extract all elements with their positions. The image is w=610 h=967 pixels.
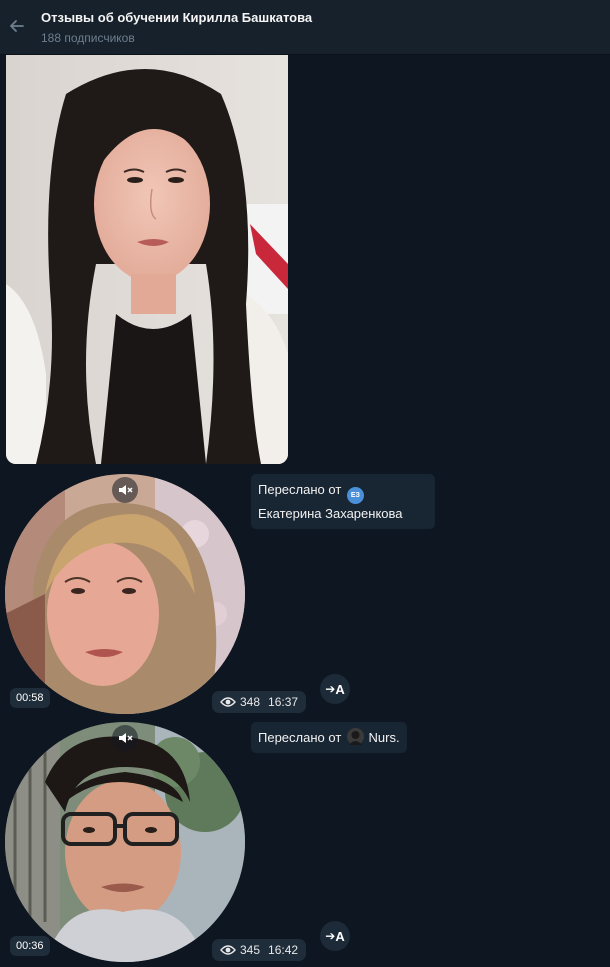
translate-button[interactable]: ➔ A [320,674,350,704]
back-button[interactable] [4,13,30,39]
message-meta: 345 16:42 [212,939,307,961]
forwarded-label[interactable]: Переслано от Nurs. [251,722,407,753]
speaker-muted-icon [119,485,133,495]
mute-button[interactable] [112,477,138,503]
arrow-right-icon: ➔ [325,682,336,696]
view-count: 348 [240,695,261,709]
translate-button[interactable]: ➔ A [320,921,350,951]
eye-icon [220,945,236,955]
translate-label: A [335,928,345,944]
avatar [346,728,364,745]
forwarded-prefix: Переслано от [258,730,342,745]
message-time: 16:42 [268,943,299,957]
avatar: ЕЗ [346,487,364,504]
eye-icon [220,697,236,707]
speaker-muted-icon [119,733,133,743]
video-message-circle[interactable] [5,722,245,962]
channel-title[interactable]: Отзывы об обучении Кирилла Башкатова [41,10,312,25]
message-meta: 348 16:37 [212,691,307,713]
forwarded-label[interactable]: Переслано от ЕЗ Екатерина Захаренкова [251,474,435,529]
view-count: 345 [240,943,261,957]
forwarded-author[interactable]: Екатерина Захаренкова [258,506,403,521]
arrow-right-icon: ➔ [325,929,336,943]
video-duration: 00:58 [10,688,50,708]
mute-button[interactable] [112,725,138,751]
forwarded-author[interactable]: Nurs. [369,730,400,745]
translate-label: A [335,681,345,697]
video-duration: 00:36 [10,936,50,956]
subscriber-count: 188 подписчиков [41,31,135,45]
message-time: 16:37 [268,695,299,709]
chat-header: Отзывы об обучении Кирилла Башкатова 188… [0,0,610,55]
forwarded-prefix: Переслано от [258,482,342,497]
video-message-circle[interactable] [5,474,245,714]
arrow-left-icon [10,20,24,32]
photo-message[interactable] [6,54,288,464]
